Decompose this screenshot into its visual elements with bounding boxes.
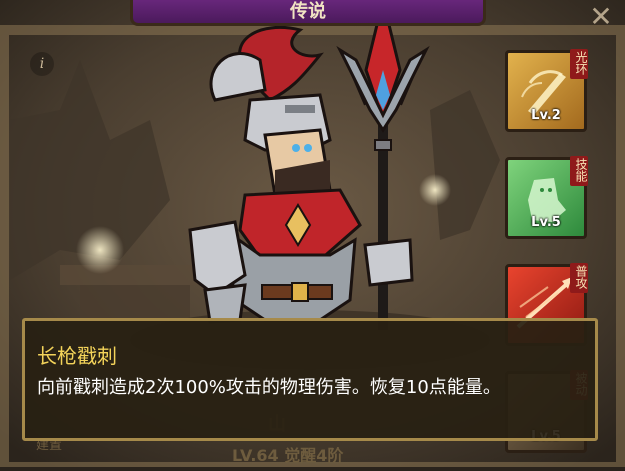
skill-level: Lv.5 bbox=[531, 215, 561, 230]
skill-type-tag: 技能 bbox=[570, 156, 588, 186]
skill-card-aura[interactable]: 光环 Lv.2 bbox=[505, 49, 588, 132]
skill-type-tag: 普攻 bbox=[570, 263, 588, 293]
hero-level: LV.64 觉醒4阶 bbox=[232, 446, 344, 465]
skill-tooltip: 长枪戳刺 向前戳刺造成2次100%攻击的物理伤害。恢复10点能量。 bbox=[22, 318, 598, 441]
tooltip-title: 长枪戳刺 bbox=[37, 344, 117, 368]
close-icon: ✕ bbox=[589, 0, 613, 33]
close-button[interactable]: ✕ bbox=[586, 2, 616, 32]
title-text: 传说 bbox=[290, 1, 326, 22]
skill-type-tag: 光环 bbox=[570, 49, 588, 79]
info-button[interactable]: i bbox=[30, 52, 54, 76]
info-icon: i bbox=[39, 56, 45, 72]
title-banner: 传说 bbox=[130, 0, 486, 26]
tooltip-description: 向前戳刺造成2次100%攻击的物理伤害。恢复10点能量。 bbox=[37, 377, 501, 398]
skill-level: Lv.2 bbox=[531, 108, 561, 123]
skill-card-skill[interactable]: 技能 Lv.5 bbox=[505, 156, 588, 239]
hero-detail-screen: 传说 ✕ i 光环 Lv.2 技能 Lv.5 普攻 被动 bbox=[0, 0, 625, 471]
